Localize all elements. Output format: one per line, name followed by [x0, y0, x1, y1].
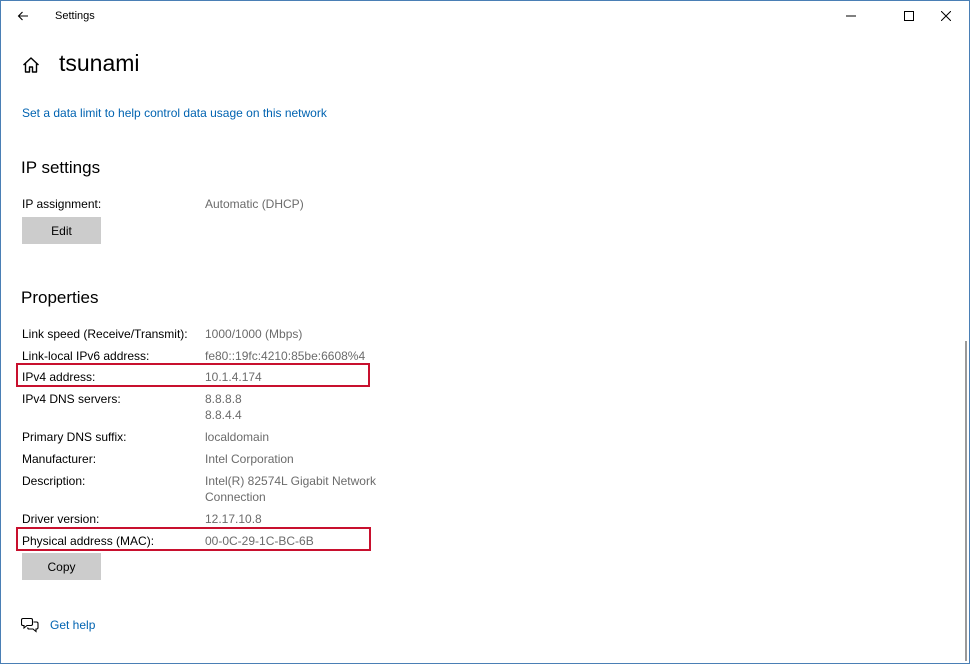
link-speed-label: Link speed (Receive/Transmit): [22, 327, 188, 341]
dns-suffix-label: Primary DNS suffix: [22, 430, 127, 444]
minimize-button[interactable] [828, 1, 874, 31]
data-limit-link[interactable]: Set a data limit to help control data us… [22, 106, 327, 120]
ip-assignment-value: Automatic (DHCP) [205, 197, 304, 211]
title-bar: Settings [1, 1, 969, 31]
manufacturer-value: Intel Corporation [205, 452, 294, 466]
copy-button[interactable]: Copy [22, 553, 101, 580]
mac-value: 00-0C-29-1C-BC-6B [205, 534, 314, 548]
minimize-icon [846, 15, 856, 17]
mac-label: Physical address (MAC): [22, 534, 155, 548]
properties-heading: Properties [21, 288, 99, 307]
ip-settings-heading: IP settings [21, 158, 101, 177]
driver-version-label: Driver version: [22, 512, 100, 526]
page-title: tsunami [59, 50, 140, 76]
close-icon [941, 11, 951, 21]
dns-servers-label: IPv4 DNS servers: [22, 392, 121, 406]
ipv4-label: IPv4 address: [22, 370, 96, 384]
chat-help-icon [20, 617, 39, 633]
edit-button[interactable]: Edit [22, 217, 101, 244]
get-help-link[interactable]: Get help [50, 618, 95, 632]
scrollbar-thumb[interactable] [965, 341, 967, 661]
ip-assignment-label: IP assignment: [22, 197, 102, 211]
dns-server-1: 8.8.8.8 [205, 392, 242, 406]
back-button[interactable] [9, 4, 37, 28]
description-label: Description: [22, 474, 86, 488]
ipv6-value: fe80::19fc:4210:85be:6608%4 [205, 349, 366, 363]
description-value-line1: Intel(R) 82574L Gigabit Network [205, 474, 376, 488]
arrow-left-icon [17, 11, 28, 21]
window-title: Settings [55, 10, 95, 22]
ipv6-label: Link-local IPv6 address: [22, 349, 150, 363]
help-icon-wrapper[interactable] [20, 617, 39, 633]
description-value-line2: Connection [205, 490, 266, 504]
settings-window: Settings tsunami Set a data limit to hel… [0, 0, 970, 664]
dns-suffix-value: localdomain [205, 430, 270, 444]
home-icon [23, 57, 39, 73]
home-button[interactable] [21, 55, 43, 77]
driver-version-value: 12.17.10.8 [205, 512, 262, 526]
ipv4-value: 10.1.4.174 [205, 370, 262, 384]
link-speed-value: 1000/1000 (Mbps) [205, 327, 303, 341]
maximize-icon [904, 11, 914, 21]
close-button[interactable] [923, 1, 969, 31]
dns-server-2: 8.8.4.4 [205, 408, 242, 422]
manufacturer-label: Manufacturer: [22, 452, 97, 466]
